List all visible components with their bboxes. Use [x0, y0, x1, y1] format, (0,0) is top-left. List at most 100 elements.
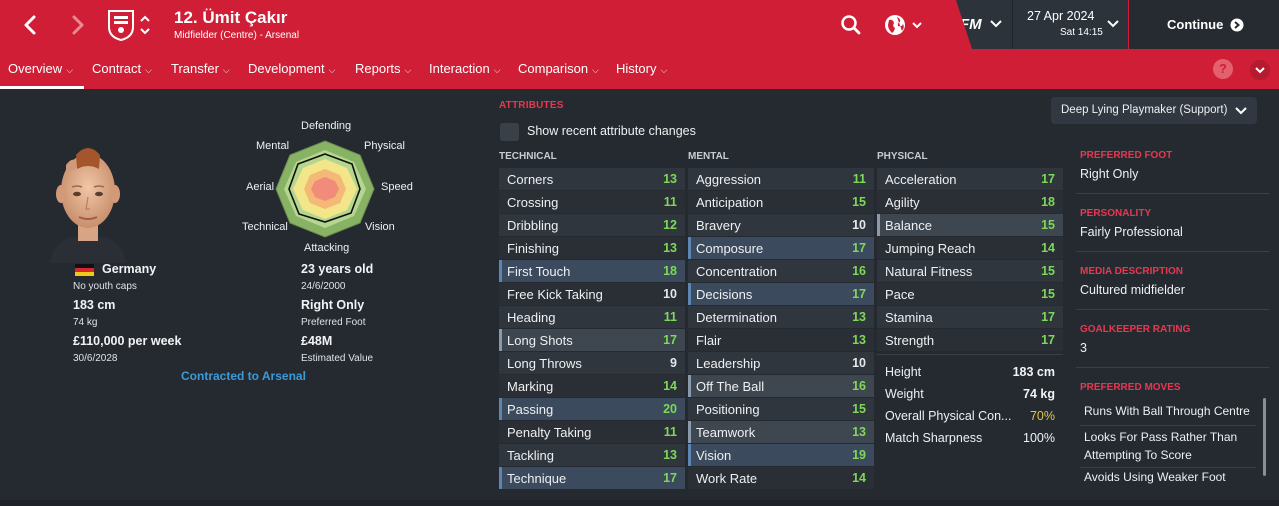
attribute-value: 13	[663, 172, 677, 186]
more-menu-button[interactable]	[1250, 60, 1270, 80]
attribute-row[interactable]: Vision 19	[688, 444, 874, 466]
attribute-value: 15	[852, 195, 866, 209]
attribute-row[interactable]: Decisions 17	[688, 283, 874, 305]
attribute-row[interactable]: Stamina 17	[877, 306, 1063, 328]
back-button[interactable]	[18, 12, 42, 38]
wage-value[interactable]: £110,000 per week	[73, 334, 181, 348]
moves-scrollbar[interactable]	[1263, 398, 1266, 476]
attribute-row[interactable]: Long Shots 17	[499, 329, 685, 351]
attribute-value: 13	[663, 448, 677, 462]
attribute-name: Finishing	[507, 240, 560, 256]
tab-history[interactable]: History ⌵	[616, 49, 667, 89]
attribute-name: Pace	[885, 286, 915, 302]
tab-label: Interaction	[429, 61, 490, 76]
summary-name: Weight	[885, 387, 924, 401]
attribute-row[interactable]: Flair 13	[688, 329, 874, 351]
tab-label: Overview	[8, 61, 63, 76]
attribute-value: 11	[663, 310, 677, 324]
attribute-row[interactable]: Natural Fitness 15	[877, 260, 1063, 282]
attribute-row[interactable]: Crossing 11	[499, 191, 685, 213]
attribute-row[interactable]: Aggression 11	[688, 168, 874, 190]
forward-button[interactable]	[66, 12, 90, 38]
tab-overview[interactable]: Overview ⌵	[8, 49, 73, 89]
tab-interaction[interactable]: Interaction ⌵	[429, 49, 501, 89]
physical-summary-row: Overall Physical Con... 70%	[877, 405, 1063, 427]
tab-development[interactable]: Development ⌵	[248, 49, 335, 89]
attribute-row[interactable]: Off The Ball 16	[688, 375, 874, 397]
nationality[interactable]: Germany	[102, 262, 156, 276]
role-select-value: Deep Lying Playmaker (Support)	[1061, 104, 1228, 116]
attribute-row[interactable]: Heading 11	[499, 306, 685, 328]
player-switch-chevrons[interactable]	[138, 12, 152, 38]
attribute-row[interactable]: Marking 14	[499, 375, 685, 397]
attribute-row[interactable]: Composure 17	[688, 237, 874, 259]
attribute-row[interactable]: Anticipation 15	[688, 191, 874, 213]
radar-label-mental: Mental	[256, 140, 290, 152]
show-changes-label[interactable]: Show recent attribute changes	[527, 124, 696, 138]
attribute-row[interactable]: Technique 17	[499, 467, 685, 489]
attribute-row[interactable]: Pace 15	[877, 283, 1063, 305]
attribute-name: Jumping Reach	[885, 240, 976, 256]
attribute-row[interactable]: Passing 20	[499, 398, 685, 420]
fm-menu-panel[interactable]: FM	[956, 0, 1012, 49]
attribute-name: Decisions	[696, 286, 753, 302]
preferred-moves-list[interactable]: Runs With Ball Through Centre Looks For …	[1076, 397, 1260, 485]
attribute-row[interactable]: Balance 15	[877, 214, 1063, 236]
chevron-down-icon	[1235, 107, 1247, 115]
attribute-value: 12	[663, 218, 677, 232]
show-changes-checkbox[interactable]	[500, 123, 519, 141]
club-crest-icon[interactable]	[106, 9, 136, 42]
attribute-name: Tackling	[507, 447, 554, 463]
continue-button[interactable]: Continue	[1129, 0, 1279, 49]
tab-comparison[interactable]: Comparison ⌵	[518, 49, 599, 89]
tab-contract[interactable]: Contract ⌵	[92, 49, 152, 89]
date-panel[interactable]: 27 Apr 2024 Sat 14:15	[1012, 0, 1128, 49]
fm-logo: FM	[960, 16, 982, 33]
attribute-value: 14	[852, 471, 866, 485]
media-description-heading: MEDIA DESCRIPTION	[1080, 266, 1183, 277]
attribute-row[interactable]: Dribbling 12	[499, 214, 685, 236]
attribute-row[interactable]: Determination 13	[688, 306, 874, 328]
attribute-row[interactable]: Positioning 15	[688, 398, 874, 420]
world-menu-button[interactable]	[884, 13, 924, 37]
attribute-row[interactable]: Work Rate 14	[688, 467, 874, 489]
attribute-row[interactable]: Finishing 13	[499, 237, 685, 259]
contract-status-link[interactable]: Contracted to Arsenal	[181, 369, 306, 383]
physical-summary-row: Height 183 cm	[877, 361, 1063, 383]
attribute-row[interactable]: Penalty Taking 11	[499, 421, 685, 443]
search-icon[interactable]	[840, 14, 862, 36]
tab-reports[interactable]: Reports ⌵	[355, 49, 411, 89]
tab-transfer[interactable]: Transfer ⌵	[171, 49, 230, 89]
attribute-value: 15	[1041, 264, 1055, 278]
attribute-value: 17	[1041, 172, 1055, 186]
physical-summary-row: Match Sharpness 100%	[877, 427, 1063, 449]
role-select[interactable]: Deep Lying Playmaker (Support)	[1051, 97, 1257, 124]
attribute-name: Off The Ball	[696, 378, 765, 394]
attributes-title: ATTRIBUTES	[499, 100, 564, 111]
attribute-row[interactable]: Bravery 10	[688, 214, 874, 236]
summary-name: Match Sharpness	[885, 431, 983, 445]
weight-value: 74 kg	[73, 317, 98, 328]
attribute-row[interactable]: Jumping Reach 14	[877, 237, 1063, 259]
attribute-row[interactable]: Long Throws 9	[499, 352, 685, 374]
attribute-name: Free Kick Taking	[507, 286, 603, 302]
attribute-row[interactable]: Agility 18	[877, 191, 1063, 213]
tab-label: Development	[248, 61, 325, 76]
summary-value: 100%	[1023, 431, 1055, 445]
attribute-row[interactable]: Corners 13	[499, 168, 685, 190]
attribute-row[interactable]: First Touch 18	[499, 260, 685, 282]
radar-label-defending: Defending	[301, 120, 352, 132]
attribute-value: 18	[1041, 195, 1055, 209]
attribute-row[interactable]: Free Kick Taking 10	[499, 283, 685, 305]
preferred-foot-label: Preferred Foot	[301, 317, 366, 328]
attribute-row[interactable]: Strength 17	[877, 329, 1063, 351]
attribute-row[interactable]: Leadership 10	[688, 352, 874, 374]
attribute-row[interactable]: Teamwork 13	[688, 421, 874, 443]
goalkeeper-rating-heading: GOALKEEPER RATING	[1080, 324, 1191, 335]
attribute-row[interactable]: Concentration 16	[688, 260, 874, 282]
player-title: 12. Ümit Çakır	[174, 8, 288, 27]
help-icon[interactable]: ?	[1213, 59, 1233, 79]
attribute-row[interactable]: Tackling 13	[499, 444, 685, 466]
attribute-value: 11	[852, 172, 866, 186]
attribute-row[interactable]: Acceleration 17	[877, 168, 1063, 190]
